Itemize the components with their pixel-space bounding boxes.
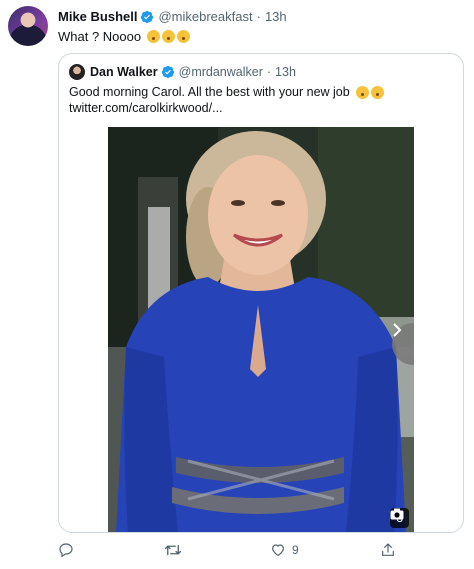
astonished-face-emoji	[147, 30, 161, 43]
quoted-media-photo[interactable]: 3	[108, 127, 414, 532]
quoted-author-handle: @mrdanwalker	[178, 65, 263, 79]
tweet-time[interactable]: 13h	[265, 9, 287, 24]
tweet-text-content: What ? Noooo	[58, 29, 142, 44]
share-button[interactable]	[380, 542, 396, 558]
retweet-icon	[164, 544, 182, 556]
author-handle[interactable]: @mikebreakfast	[158, 9, 252, 24]
heart-icon	[272, 544, 284, 557]
verified-badge-icon	[161, 65, 174, 79]
quoted-author-avatar	[69, 64, 85, 80]
reply-icon	[59, 543, 73, 558]
reply-button[interactable]	[58, 542, 74, 558]
quoted-tweet-header: Dan Walker @mrdanwalker · 13h	[69, 64, 296, 80]
tweet-actions: 9	[58, 542, 464, 560]
tears-of-joy-emoji	[355, 85, 369, 99]
quoted-tweet-text: Good morning Carol. All the best with yo…	[69, 84, 449, 116]
author-avatar[interactable]	[8, 6, 48, 46]
photo-illustration	[108, 127, 414, 532]
camera-icon	[390, 508, 404, 520]
retweet-button[interactable]	[164, 542, 182, 558]
quoted-tweet-card[interactable]: Dan Walker @mrdanwalker · 13h Good morni…	[58, 53, 464, 533]
astonished-face-emoji	[177, 30, 191, 43]
quoted-text-line1: Good morning Carol. All the best with yo…	[69, 85, 350, 99]
tweet-header: Mike Bushell @mikebreakfast · 13h	[58, 9, 287, 24]
quoted-tweet-time: 13h	[275, 65, 296, 79]
chevron-right-icon	[393, 323, 402, 337]
author-name[interactable]: Mike Bushell	[58, 9, 137, 24]
quoted-author-name: Dan Walker	[90, 65, 158, 79]
astonished-face-emoji	[162, 30, 176, 43]
winking-face-emoji	[370, 85, 384, 99]
quoted-link[interactable]: twitter.com/carolkirkwood/...	[69, 100, 223, 116]
separator-dot: ·	[266, 65, 272, 79]
like-button[interactable]: 9	[270, 542, 299, 558]
verified-badge-icon	[141, 10, 154, 23]
like-count: 9	[292, 543, 299, 557]
photo-count-badge: 3	[390, 508, 409, 528]
tweet-text: What ? Noooo	[58, 29, 191, 44]
separator-dot: ·	[256, 9, 261, 24]
share-icon	[382, 543, 394, 556]
